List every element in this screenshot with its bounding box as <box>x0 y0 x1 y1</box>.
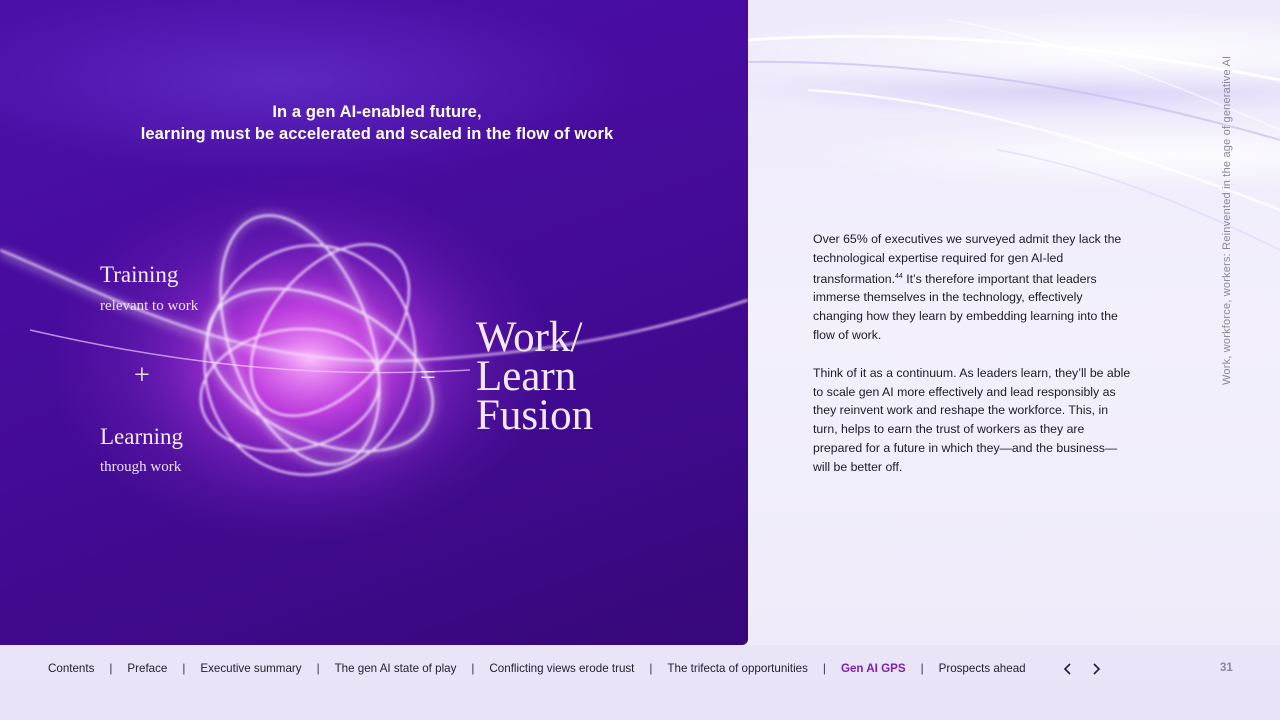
body-paragraph-2: Think of it as a continuum. As leaders l… <box>813 365 1131 474</box>
training-heading: Training <box>100 262 179 287</box>
next-page-button[interactable] <box>1089 660 1103 678</box>
fusion-line-3: Fusion <box>476 392 594 439</box>
nav-conflicting-views[interactable]: Conflicting views erode trust <box>489 662 634 675</box>
footer-nav: Contents | Preface | Executive summary |… <box>0 645 1280 720</box>
nav-separator: | <box>316 662 320 675</box>
nav-separator: | <box>822 662 826 675</box>
nav-prospects-ahead[interactable]: Prospects ahead <box>939 662 1026 675</box>
body-paragraph-1: Over 65% of executives we surveyed admit… <box>813 230 1133 345</box>
chevron-right-icon <box>1093 663 1101 675</box>
nav-separator: | <box>471 662 475 675</box>
section-nav: Contents | Preface | Executive summary |… <box>48 662 1026 675</box>
nav-separator: | <box>649 662 653 675</box>
nav-executive-summary[interactable]: Executive summary <box>200 662 301 675</box>
work-learn-fusion-heading: Work/ Learn Fusion <box>476 314 594 439</box>
learning-heading: Learning <box>100 424 184 449</box>
nav-separator: | <box>109 662 113 675</box>
prev-page-button[interactable] <box>1061 660 1075 678</box>
equals-sign: = <box>420 360 436 391</box>
running-head: Work, workforce, workers: Reinvented in … <box>1221 55 1233 385</box>
page-number: 31 <box>1220 662 1233 674</box>
nav-trifecta[interactable]: The trifecta of opportunities <box>667 662 808 675</box>
fusion-line-1: Work/ <box>476 314 583 361</box>
footnote-ref-44[interactable]: 44 <box>895 273 903 280</box>
light-swirl-illustration <box>0 210 748 510</box>
chevron-left-icon <box>1063 663 1071 675</box>
hero-title-line-2: learning must be accelerated and scaled … <box>140 125 614 143</box>
hero-panel: In a gen AI-enabled future, learning mus… <box>0 0 748 645</box>
learning-subtext: through work <box>100 459 182 475</box>
nav-preface[interactable]: Preface <box>127 662 167 675</box>
fusion-line-2: Learn <box>476 353 577 400</box>
nav-state-of-play[interactable]: The gen AI state of play <box>335 662 457 675</box>
hero-title-line-1: In a gen AI-enabled future, <box>272 103 482 121</box>
hero-title: In a gen AI-enabled future, learning mus… <box>0 101 748 145</box>
plus-sign: + <box>134 360 150 391</box>
training-subtext: relevant to work <box>100 298 199 314</box>
nav-contents[interactable]: Contents <box>48 662 94 675</box>
nav-separator: | <box>182 662 186 675</box>
body-copy: Over 65% of executives we surveyed admit… <box>813 230 1133 477</box>
nav-separator: | <box>920 662 924 675</box>
nav-gen-ai-gps[interactable]: Gen AI GPS <box>841 662 906 675</box>
page-arrows <box>1061 660 1103 678</box>
